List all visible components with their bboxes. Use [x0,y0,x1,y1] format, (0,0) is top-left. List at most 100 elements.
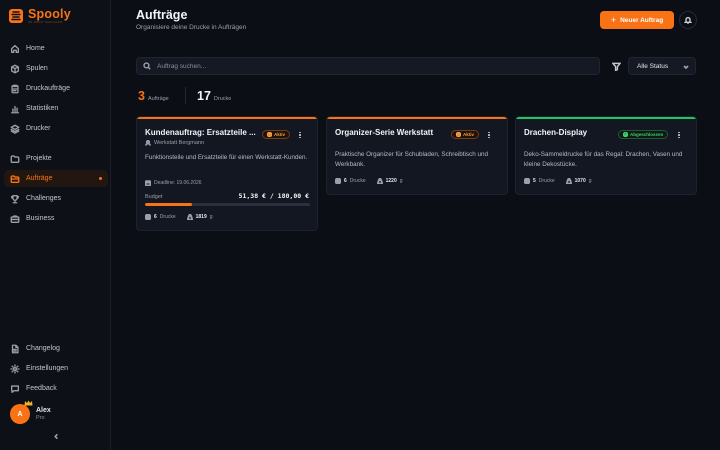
card-description: Praktische Organizer für Schubladen, Sch… [335,151,488,168]
sidebar-item-challenges[interactable]: Challenges [4,190,108,207]
status-badge: Abgeschlossen [618,130,669,139]
print-count: 6 [344,178,347,184]
order-card[interactable]: Organizer-Serie Werkstatt Aktiv Praktisc… [326,116,508,195]
sidebar-item-home[interactable]: Home [4,40,108,57]
filter-button[interactable] [606,57,626,75]
print-label: Drucke [349,178,366,184]
briefcase-icon [10,214,20,224]
new-order-button[interactable]: + Neuer Auftrag [600,11,674,29]
calendar-icon [145,180,151,186]
box-icon [10,64,20,74]
clock-icon [267,132,272,137]
prints-label: Drucke [213,96,232,102]
layers-icon [10,124,20,134]
bell-icon [684,16,692,24]
sidebar-item-label: Drucker [26,125,51,132]
search-icon [143,62,151,70]
weight-unit: g [209,214,213,220]
notifications-button[interactable] [679,11,697,29]
app-tagline: 3D PRINT MANAGER [28,20,63,25]
print-label: Drucke [159,214,176,220]
weight-unit: g [588,178,592,184]
status-badge-label: Abgeschlossen [630,132,664,137]
sidebar-item-changelog[interactable]: Changelog [4,340,108,357]
weight-value: 1819 [195,214,207,220]
trophy-icon [10,194,20,204]
status-badge: Aktiv [262,130,291,139]
orders-count: 3 [138,89,145,103]
new-order-label: Neuer Auftrag [620,16,664,24]
collapse-sidebar-button[interactable] [51,431,61,441]
sidebar: Spooly 3D PRINT MANAGER Home Spulen Druc… [0,0,111,450]
sidebar-item-einstellungen[interactable]: Einstellungen [4,360,108,377]
sidebar-item-label: Feedback [26,385,57,392]
orders-stat: 3 Aufträge [138,89,169,103]
card-customer: Werkstatt Bergmann [145,140,204,146]
sidebar-item-spulen[interactable]: Spulen [4,60,108,77]
user-plan: Pro [36,415,45,422]
sidebar-item-business[interactable]: Business [4,210,108,227]
sidebar-item-feedback[interactable]: Feedback [4,380,108,397]
sidebar-item-label: Home [26,45,45,52]
card-menu-button[interactable] [675,130,683,140]
prints-count: 17 [197,89,211,103]
weight-value: 1070 [574,178,586,184]
weight-icon [186,214,193,220]
print-label: Drucke [538,178,555,184]
card-title: Kundenauftrag: Ersatzteile ... [145,128,256,137]
user-name: Alex [36,406,51,414]
app-logo[interactable]: Spooly 3D PRINT MANAGER [8,7,71,25]
sidebar-item-druckauftraege[interactable]: Druckaufträge [4,80,108,97]
search-input[interactable] [157,62,577,70]
printer-icon [524,178,530,184]
plus-icon: + [610,14,617,25]
budget-progress-fill [145,203,193,206]
order-card[interactable]: Drachen-Display Abgeschlossen Deko-Samme… [515,116,697,195]
print-count: 6 [154,214,157,220]
card-meta: 6 Drucke 1819 g [145,214,213,220]
status-badge-label: Aktiv [463,132,475,137]
folder-icon [10,154,20,164]
prints-stat: 17 Drucke [197,89,231,103]
card-title: Drachen-Display [524,128,588,137]
app-name: Spooly [28,6,71,21]
filter-icon [611,62,621,71]
sidebar-item-projekte[interactable]: Projekte [4,150,108,167]
status-badge: Aktiv [451,130,480,139]
sidebar-item-label: Projekte [26,155,52,162]
status-select[interactable]: Alle Status [628,57,696,75]
stats-divider [185,87,186,104]
print-count: 5 [533,178,536,184]
weight-value: 1220 [385,178,397,184]
user-icon [145,140,151,146]
bar-chart-icon [10,104,20,114]
sidebar-item-statistiken[interactable]: Statistiken [4,100,108,117]
order-card[interactable]: Kundenauftrag: Ersatzteile ... Aktiv Wer… [136,116,318,231]
sidebar-item-label: Statistiken [26,105,59,112]
customer-name: Werkstatt Bergmann [154,140,205,146]
weight-icon [565,178,572,184]
active-indicator-dot [99,177,102,180]
sidebar-item-auftraege[interactable]: Aufträge [4,170,108,187]
card-menu-button[interactable] [485,130,493,140]
card-description: Deko-Sammeldrucke für das Regal: Drachen… [524,151,683,168]
weight-icon [376,178,383,184]
card-menu-button[interactable] [296,130,304,140]
sidebar-item-label: Business [26,215,55,222]
printer-icon [145,214,151,220]
crown-icon [24,400,33,406]
card-status-bar [137,117,317,119]
home-icon [10,44,20,54]
card-status-bar [516,117,696,119]
status-badge-label: Aktiv [274,132,286,137]
weight-unit: g [399,178,403,184]
avatar-initial: A [17,410,23,418]
sidebar-item-label: Aufträge [26,175,53,182]
spool-logo-icon [8,8,24,24]
page-subtitle: Organisiere deine Drucke in Aufträgen [136,24,247,31]
user-profile[interactable]: A Alex Pro [10,400,51,424]
budget-progress [145,203,310,206]
sidebar-item-label: Changelog [26,345,60,352]
sidebar-item-drucker[interactable]: Drucker [4,120,108,137]
clock-icon [456,132,461,137]
